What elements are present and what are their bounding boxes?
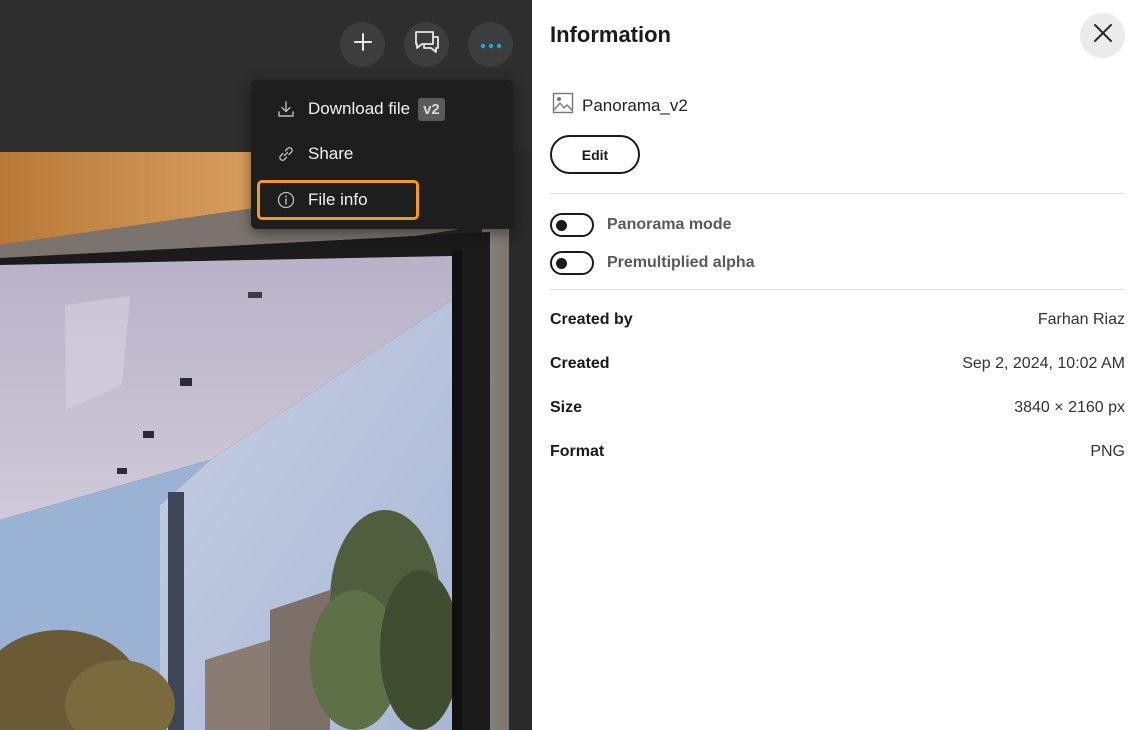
meta-key: Size (550, 399, 583, 416)
meta-row-created-by: Created by Farhan Riaz (550, 311, 1125, 329)
info-icon (277, 191, 295, 209)
more-options-menu: Download file v2 Share File info (251, 80, 513, 229)
menu-item-label: File info (308, 190, 368, 209)
toggle-row-premultiplied-alpha: Premultiplied alpha (550, 251, 755, 275)
meta-row-format: Format PNG (550, 443, 1125, 461)
add-button[interactable] (340, 22, 385, 67)
file-name: Panorama_v2 (582, 95, 688, 115)
premultiplied-alpha-toggle[interactable] (550, 251, 594, 275)
meta-key: Created (550, 355, 610, 372)
menu-item-file-info[interactable]: File info (257, 180, 419, 220)
toggle-label: Panorama mode (607, 216, 732, 233)
link-icon (277, 145, 295, 163)
close-button[interactable] (1080, 13, 1125, 58)
file-name-row: Panorama_v2 (552, 92, 688, 119)
information-panel: Information Panorama_v2 Edit Panorama mo… (532, 0, 1144, 730)
toggle-knob (556, 258, 567, 269)
toggle-knob (556, 220, 567, 231)
comments-button[interactable] (404, 22, 449, 67)
divider (550, 193, 1125, 194)
menu-item-share[interactable]: Share (257, 134, 507, 174)
download-icon (277, 100, 295, 118)
more-options-button[interactable] (468, 22, 513, 67)
toggle-row-panorama-mode: Panorama mode (550, 213, 731, 237)
menu-item-download-file[interactable]: Download file v2 (257, 89, 507, 129)
meta-key: Created by (550, 311, 633, 328)
comments-icon (413, 29, 441, 60)
toggle-label: Premultiplied alpha (607, 254, 755, 271)
close-icon (1092, 22, 1114, 49)
more-dots-icon (480, 36, 502, 54)
plus-icon (353, 32, 373, 57)
panel-title: Information (550, 22, 671, 47)
image-viewer: Download file v2 Share File info (0, 0, 532, 730)
meta-value: Sep 2, 2024, 10:02 AM (962, 355, 1125, 372)
meta-row-created: Created Sep 2, 2024, 10:02 AM (550, 355, 1125, 373)
meta-value: Farhan Riaz (1037, 311, 1125, 328)
menu-item-label: Share (308, 144, 354, 163)
meta-row-size: Size 3840 × 2160 px (550, 399, 1125, 417)
edit-button[interactable]: Edit (550, 135, 640, 174)
panorama-mode-toggle[interactable] (550, 213, 594, 237)
meta-value: 3840 × 2160 px (1014, 399, 1125, 416)
divider (550, 289, 1125, 290)
meta-key: Format (550, 443, 605, 460)
meta-value: PNG (1090, 443, 1125, 460)
menu-item-label: Download file (308, 99, 411, 118)
image-icon (552, 92, 574, 119)
version-badge: v2 (418, 97, 445, 121)
